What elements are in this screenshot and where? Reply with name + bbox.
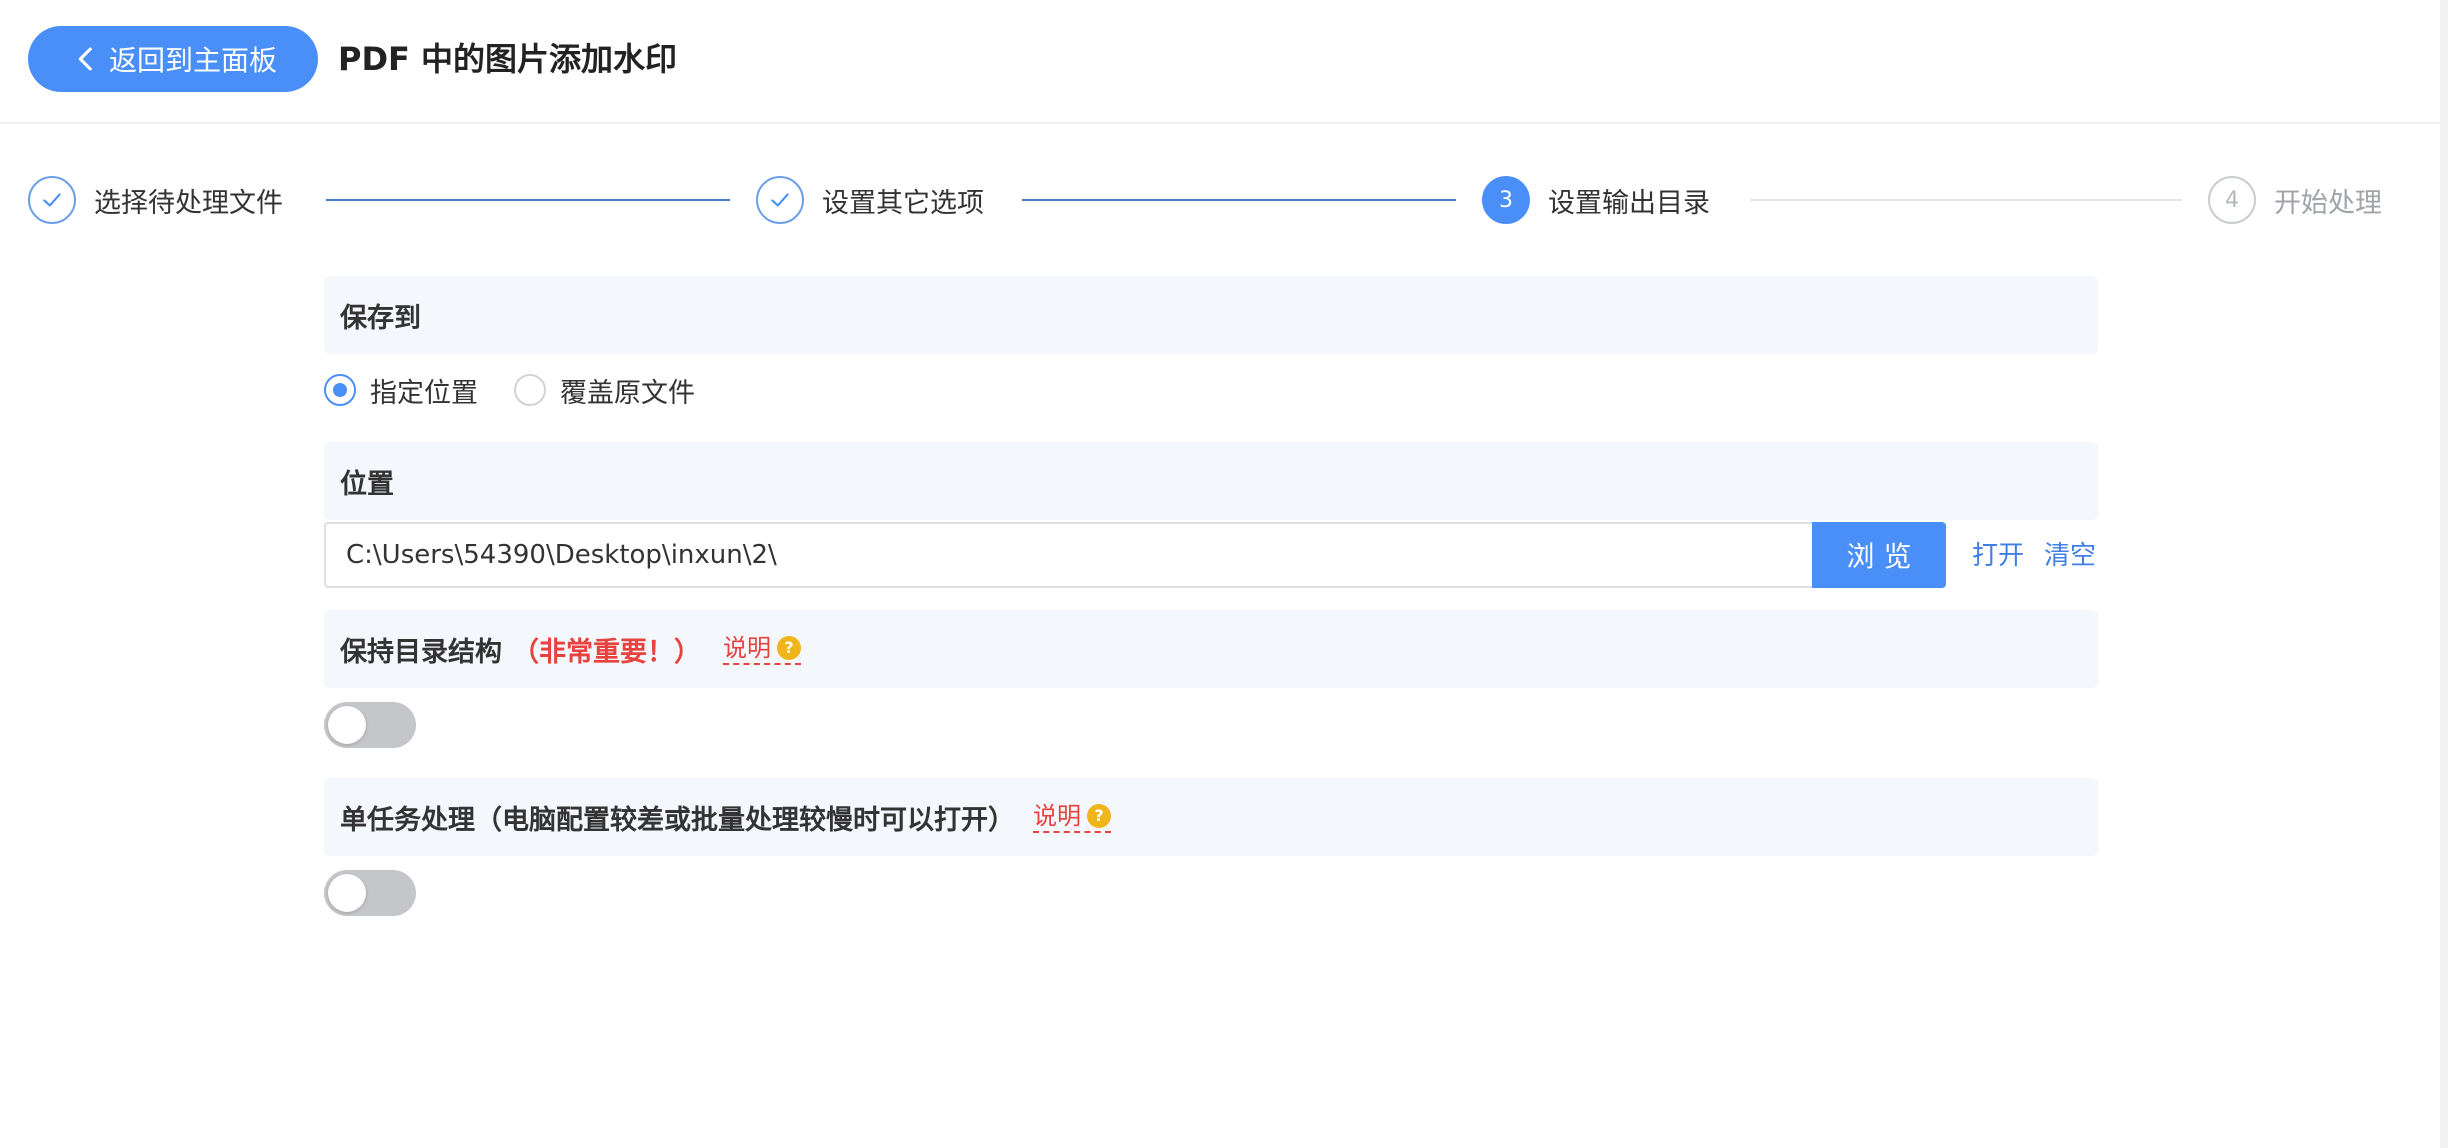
app-page: 返回到主面板 PDF 中的图片添加水印 选择待处理文件 设置其它选项 3 设置输… [0,0,2448,1148]
step-4-number: 4 [2208,176,2256,224]
step-3: 3 设置输出目录 [1482,170,1710,230]
back-to-dashboard-button[interactable]: 返回到主面板 [28,26,318,92]
single-task-title: 单任务处理（电脑配置较差或批量处理较慢时可以打开） [340,804,1015,836]
step-4-label: 开始处理 [2274,187,2382,219]
keep-structure-toggle[interactable] [324,702,416,748]
question-icon: ? [777,636,801,660]
back-button-label: 返回到主面板 [108,44,277,77]
radio-overwrite-original-label: 覆盖原文件 [560,377,695,409]
radio-specified-location[interactable]: 指定位置 [324,371,478,410]
step-3-number: 3 [1482,176,1530,224]
radio-unchecked-icon [514,374,546,406]
save-to-section-header: 保存到 [324,276,2098,354]
step-connector-1 [326,199,730,201]
step-2-label: 设置其它选项 [822,187,984,219]
radio-checked-icon [324,374,356,406]
location-title: 位置 [340,468,394,500]
explain-label: 说明 [723,634,771,662]
browse-button[interactable]: 浏 览 [1812,522,1946,588]
chevron-left-icon [78,47,92,71]
single-task-explain-link[interactable]: 说明 ? [1033,801,1111,833]
output-path-input[interactable] [324,522,1814,588]
step-connector-3 [1750,199,2182,201]
question-icon: ? [1087,804,1111,828]
step-connector-2 [1022,199,1456,201]
keep-structure-title: 保持目录结构 [340,636,502,668]
toggle-knob [328,874,366,912]
step-indicator: 选择待处理文件 设置其它选项 3 设置输出目录 4 开始处理 [0,170,2448,230]
scrollbar-track[interactable] [2440,0,2448,1148]
page-title: PDF 中的图片添加水印 [338,40,678,78]
keep-structure-section-header: 保持目录结构 （非常重要！） 说明 ? [324,610,2098,688]
toggle-knob [328,706,366,744]
clear-path-link[interactable]: 清空 [2044,536,2096,576]
location-section-header: 位置 [324,442,2098,520]
save-to-options: 指定位置 覆盖原文件 [324,368,731,412]
step-4: 4 开始处理 [2208,170,2382,230]
check-icon [756,176,804,224]
step-3-label: 设置输出目录 [1548,187,1710,219]
single-task-toggle[interactable] [324,870,416,916]
step-2: 设置其它选项 [756,170,984,230]
header: 返回到主面板 PDF 中的图片添加水印 [0,0,2448,124]
save-to-title: 保存到 [340,302,421,334]
radio-specified-location-label: 指定位置 [370,377,478,409]
radio-overwrite-original[interactable]: 覆盖原文件 [514,371,695,410]
step-1-label: 选择待处理文件 [94,187,283,219]
open-folder-link[interactable]: 打开 [1972,536,2024,576]
check-icon [28,176,76,224]
keep-structure-explain-link[interactable]: 说明 ? [723,633,801,665]
single-task-section-header: 单任务处理（电脑配置较差或批量处理较慢时可以打开） 说明 ? [324,778,2098,856]
explain-label: 说明 [1033,802,1081,830]
step-1: 选择待处理文件 [28,170,283,230]
keep-structure-warning: （非常重要！） [512,636,701,668]
